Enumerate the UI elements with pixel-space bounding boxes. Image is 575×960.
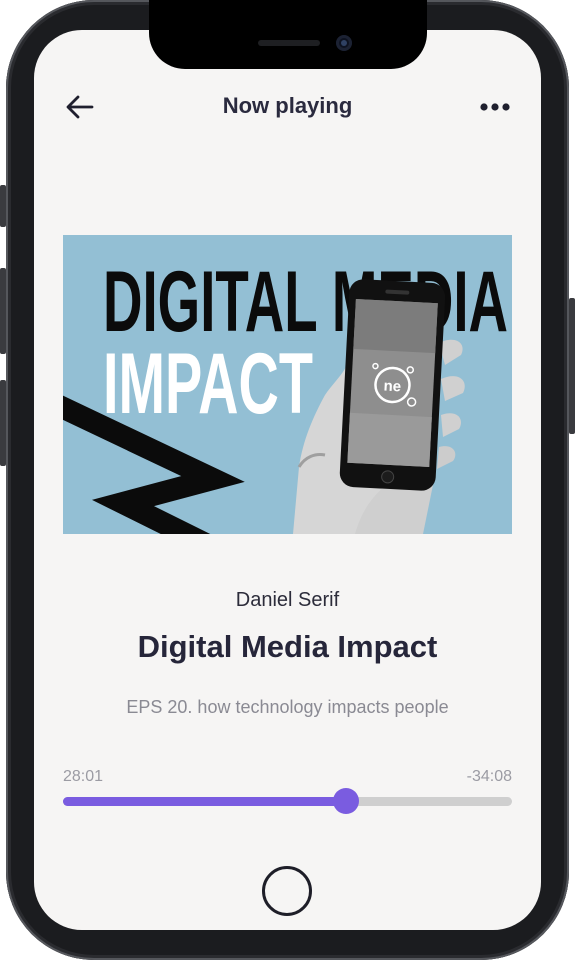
progress-fill (63, 797, 346, 806)
more-options-button[interactable] (478, 94, 512, 120)
silent-switch (0, 185, 6, 227)
episode-title: Digital Media Impact (137, 629, 438, 664)
notch (149, 0, 427, 69)
episode-subtitle: EPS 20. how technology impacts people (126, 697, 449, 717)
more-horizontal-icon (480, 103, 510, 111)
volume-down-button (0, 380, 6, 466)
power-button (569, 298, 575, 434)
time-elapsed: 28:01 (63, 768, 104, 785)
progress-slider[interactable] (63, 788, 512, 814)
cover-headline-line2: IMPACT (103, 336, 313, 432)
play-pause-button[interactable] (262, 866, 312, 916)
cover-phone-logo: ne (383, 378, 401, 396)
progress-thumb[interactable] (332, 788, 359, 814)
speaker-grille (258, 40, 320, 46)
time-remaining: -34:08 (466, 768, 512, 785)
volume-up-button (0, 268, 6, 354)
artist-name: Daniel Serif (235, 589, 340, 611)
episode-cover-art: DIGITAL MEDIA IMPACT ne (63, 235, 512, 534)
front-camera (336, 35, 352, 51)
